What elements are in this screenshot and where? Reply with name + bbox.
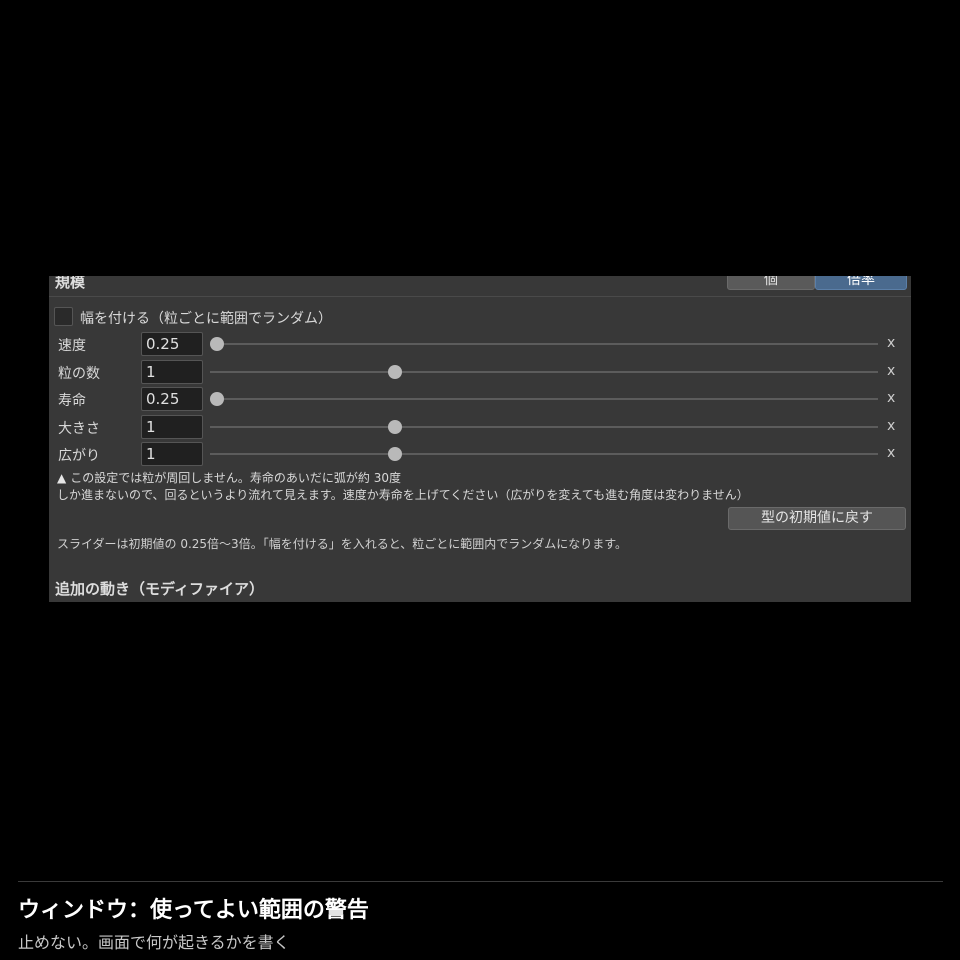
multiplier-unit: x [887, 363, 896, 379]
slider-row-count: 粒の数 1 x [49, 360, 911, 386]
size-slider[interactable] [210, 420, 878, 434]
slider-row-size: 大きさ 1 x [49, 415, 911, 441]
spread-checkbox[interactable] [54, 307, 73, 326]
section-title: 規模 [55, 276, 86, 291]
slider-row-lifetime: 寿命 0.25 x [49, 387, 911, 413]
slider-row-spread: 広がり 1 x [49, 442, 911, 468]
slider-thumb[interactable] [388, 420, 403, 434]
multiplier-unit: x [887, 335, 896, 351]
lifetime-input[interactable]: 0.25 [141, 387, 203, 411]
lifetime-slider[interactable] [210, 392, 878, 406]
count-slider[interactable] [210, 365, 878, 379]
slider-label: 寿命 [58, 393, 86, 409]
multiplier-unit: x [887, 445, 896, 461]
warning-line-1: この設定では粒が周回しません。寿命のあいだに弧が約 30度 [70, 471, 401, 485]
slider-thumb[interactable] [210, 337, 224, 351]
scale-panel: 規模 個 倍率 幅を付ける（粒ごとに範囲でランダム） 速度 0.25 x 粒の数… [49, 276, 911, 602]
slider-label: 大きさ [58, 421, 100, 437]
slider-thumb[interactable] [210, 392, 224, 406]
orbit-warning: ▲ この設定では粒が周回しません。寿命のあいだに弧が約 30度 しか進まないので、… [57, 470, 749, 504]
slider-thumb[interactable] [388, 365, 403, 379]
size-input[interactable]: 1 [141, 415, 203, 439]
slider-label: 速度 [58, 338, 86, 354]
segment-ratio-button[interactable]: 倍率 [815, 276, 907, 290]
speed-input[interactable]: 0.25 [141, 332, 203, 356]
segment-count-button[interactable]: 個 [727, 276, 815, 290]
warning-triangle-icon: ▲ [57, 471, 67, 485]
slider-label: 広がり [58, 448, 100, 464]
spread-checkbox-label: 幅を付ける（粒ごとに範囲でランダム） [80, 311, 332, 327]
spread-input[interactable]: 1 [141, 442, 203, 466]
modifier-section-title: 追加の動き（モディファイア） [55, 580, 264, 598]
count-input[interactable]: 1 [141, 360, 203, 384]
slider-thumb[interactable] [388, 447, 403, 461]
slider-row-speed: 速度 0.25 x [49, 332, 911, 358]
multiplier-unit: x [887, 418, 896, 434]
spread-slider[interactable] [210, 447, 878, 461]
slider-label: 粒の数 [58, 366, 100, 382]
slider-hint: スライダーは初期値の 0.25倍～3倍。「幅を付ける」を入れると、粒ごとに範囲内… [57, 537, 628, 551]
warning-line-2: しか進まないので、回るというより流れて見えます。速度か寿命を上げてください（広が… [57, 488, 749, 502]
section-header: 規模 個 倍率 [49, 276, 911, 297]
caption-divider [18, 881, 943, 882]
caption-subtitle: 止めない。画面で何が起きるかを書く [18, 933, 290, 952]
reset-defaults-button[interactable]: 型の初期値に戻す [728, 507, 906, 530]
multiplier-unit: x [887, 390, 896, 406]
speed-slider[interactable] [210, 337, 878, 351]
caption-title: ウィンドウ：使ってよい範囲の警告 [18, 898, 369, 923]
